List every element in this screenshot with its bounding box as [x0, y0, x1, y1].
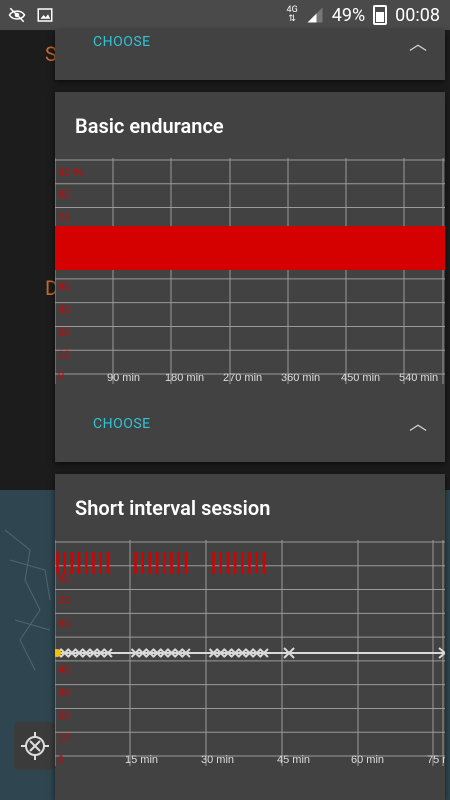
y-tick-label: 80: [58, 189, 70, 201]
chevron-up-icon[interactable]: ︿: [409, 30, 427, 56]
y-tick-label: 90 %: [58, 167, 83, 179]
card-title: Short interval session: [75, 496, 271, 520]
x-tick-label: 75 mi: [427, 754, 445, 766]
y-tick-label: 10: [58, 349, 70, 361]
x-tick-label: 15 min: [125, 754, 158, 766]
choose-button[interactable]: CHOOSE: [93, 34, 151, 50]
interval-chart-svg: 80 70 60 40 30 20 10 0 15 min 30 min 45 min 60 min 7…: [55, 540, 445, 766]
endurance-chart: 90 %80706040302010090 min180 min270 min3…: [55, 158, 445, 384]
x-tick-label: 270 min: [223, 372, 262, 384]
y-tick-label: 40: [58, 664, 70, 676]
intensity-band: [55, 226, 445, 270]
y-tick-label: 10: [58, 732, 70, 744]
interval-chart: 80 70 60 40 30 20 10 0 15 min 30 min 45 min 60 min 7…: [55, 540, 445, 766]
y-tick-label: 70: [58, 595, 70, 607]
y-tick-label: 20: [58, 710, 70, 722]
y-tick-label: 30: [58, 687, 70, 699]
y-tick-label: 0: [58, 754, 64, 766]
y-tick-label: 60: [58, 618, 70, 630]
x-tick-label: 60 min: [351, 754, 384, 766]
y-tick-label: 80: [58, 573, 70, 585]
y-tick-label: 70: [58, 212, 70, 224]
x-tick-label: 180 min: [165, 372, 204, 384]
x-tick-label: 45 min: [277, 754, 310, 766]
y-tick-label: 20: [58, 327, 70, 339]
chevron-up-icon[interactable]: ︿: [409, 410, 427, 436]
y-tick-label: 0: [58, 370, 64, 382]
card-title: Basic endurance: [75, 114, 224, 138]
choose-button[interactable]: CHOOSE: [93, 416, 151, 432]
x-tick-label: 540 min: [399, 372, 438, 384]
battery-icon: [373, 5, 388, 25]
x-tick-label: 30 min: [201, 754, 234, 766]
eye-slash-icon: [8, 7, 26, 23]
x-tick-label: 90 min: [107, 372, 140, 384]
crosshair-icon: [21, 732, 49, 760]
battery-percent: 49%: [331, 4, 366, 26]
status-bar: 4G ⇅ 49% 00:08: [0, 0, 450, 30]
image-icon: [37, 8, 53, 22]
network-type: 4G ⇅: [286, 5, 298, 24]
clock: 00:08: [395, 4, 440, 26]
signal-icon: [307, 7, 323, 23]
y-tick-label: 30: [58, 304, 70, 316]
endurance-chart-svg: 90 %80706040302010090 min180 min270 min3…: [55, 158, 445, 384]
locate-button[interactable]: [14, 722, 56, 770]
x-tick-label: 450 min: [341, 372, 380, 384]
y-tick-label: 40: [58, 281, 70, 293]
workout-card-collapsed: CHOOSE ︿: [55, 30, 445, 80]
x-tick-label: 360 min: [281, 372, 320, 384]
